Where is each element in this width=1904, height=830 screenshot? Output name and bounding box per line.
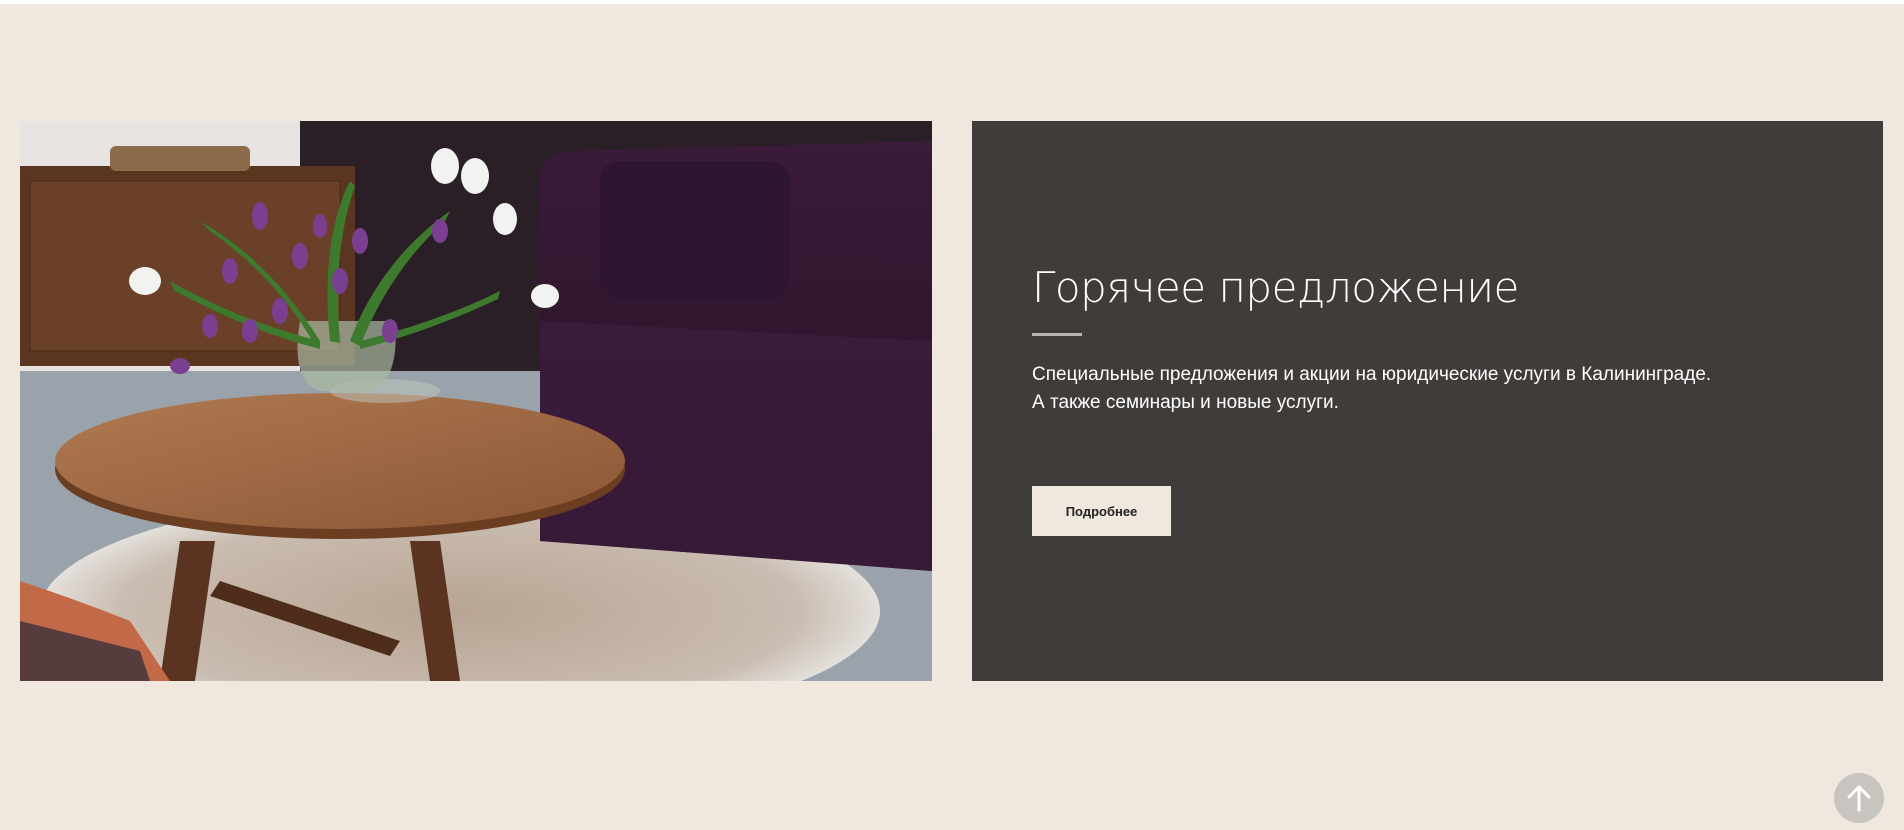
arrow-up-icon [1847, 785, 1871, 812]
promo-image [20, 121, 932, 681]
top-border [0, 0, 1904, 4]
scroll-to-top-button[interactable] [1834, 773, 1884, 823]
description-line: А также семинары и новые услуги. [1032, 392, 1339, 413]
promo-title: Горячее предложение [1032, 263, 1519, 312]
promo-description: Специальные предложения и акции на юриди… [1032, 361, 1711, 417]
promo-panel: Горячее предложение Специальные предложе… [972, 121, 1883, 681]
description-line: Специальные предложения и акции на юриди… [1032, 364, 1712, 385]
title-divider [1032, 333, 1082, 336]
more-button[interactable]: Подробнее [1032, 486, 1171, 536]
